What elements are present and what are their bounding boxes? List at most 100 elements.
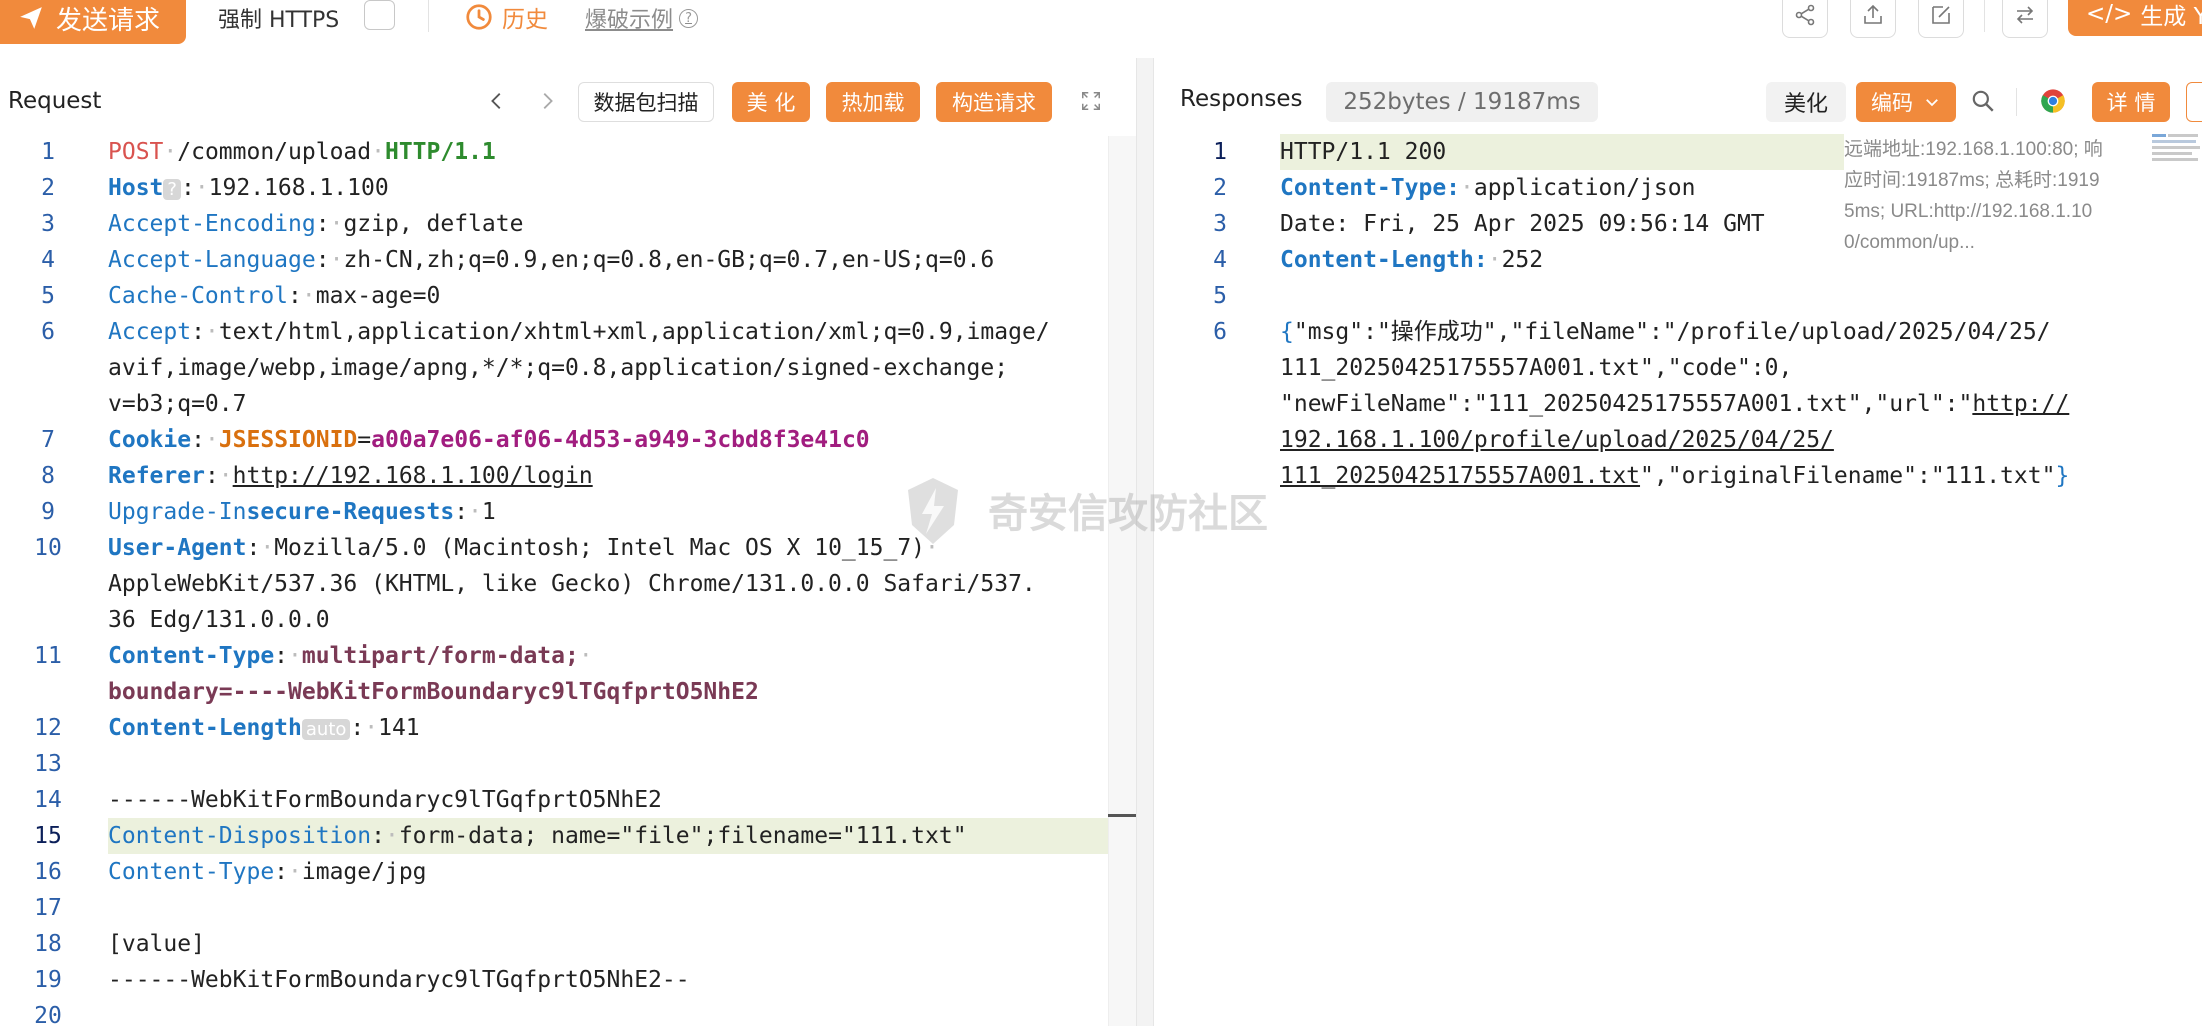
url-link[interactable]: 111_20250425175557A001.txt bbox=[1280, 463, 1640, 489]
header-line: Content-Length:·252 bbox=[1280, 247, 1544, 273]
header-key: Accept-Language bbox=[108, 247, 316, 273]
edit-button[interactable] bbox=[1918, 0, 1964, 38]
hot-load-button[interactable]: 热加载 bbox=[826, 82, 920, 122]
toolbar-divider bbox=[428, 0, 429, 32]
header-line: Cache-Control:·max-age=0 bbox=[108, 283, 441, 309]
header-value: image/jpg bbox=[301, 859, 427, 885]
header-text: Date: Fri, 25 Apr 2025 09:56:14 GMT bbox=[1280, 211, 1765, 237]
header-line-wrap: AppleWebKit/537.36 (KHTML, like Gecko) C… bbox=[108, 566, 1036, 602]
prev-button[interactable] bbox=[484, 86, 510, 116]
swap-button[interactable] bbox=[2002, 0, 2048, 38]
header-line: Referer:·http://192.168.1.100/login bbox=[108, 463, 593, 489]
json-text: 111_20250425175557A001.txt","code":0, bbox=[1280, 355, 1793, 381]
toolbar-divider bbox=[1984, 0, 1985, 32]
json-text: "msg":"操作成功","fileName":"/profile/upload… bbox=[1293, 319, 2051, 345]
line-number: 19 bbox=[34, 967, 62, 993]
url-link[interactable]: http:// bbox=[1972, 391, 2069, 417]
edit-icon bbox=[1932, 6, 1950, 24]
header-value: v=b3;q=0.7 bbox=[108, 391, 247, 417]
header-key: Upgrade-In bbox=[108, 499, 247, 525]
scrollbar-thumb[interactable] bbox=[1108, 814, 1136, 817]
minimap[interactable] bbox=[2150, 134, 2202, 176]
auto-length-badge[interactable]: auto bbox=[301, 719, 351, 740]
search-button[interactable] bbox=[1966, 86, 2000, 116]
response-beautify-button[interactable]: 美化 bbox=[1766, 82, 1846, 122]
header-line-wrap: v=b3;q=0.7 bbox=[108, 386, 246, 422]
request-scrollbar[interactable] bbox=[1108, 136, 1136, 1026]
header-value: zh-CN,zh;q=0.9,en;q=0.8,en-GB;q=0.7,en-U… bbox=[343, 247, 995, 273]
line-number: 17 bbox=[34, 895, 62, 921]
meta-line: 应时间:19187ms; 总耗时:1919 bbox=[1844, 170, 2100, 191]
history-button[interactable]: 历史 bbox=[464, 0, 548, 34]
header-line: Host?:·192.168.1.100 bbox=[108, 175, 389, 201]
header-divider bbox=[2016, 88, 2017, 116]
force-https-checkbox[interactable] bbox=[364, 0, 395, 30]
request-title: Request bbox=[8, 88, 102, 114]
share-icon bbox=[1795, 4, 1815, 26]
host-badge[interactable]: ? bbox=[163, 179, 181, 200]
burst-example-link[interactable]: 爆破示例 ? bbox=[585, 2, 699, 34]
construct-request-button[interactable]: 构造请求 bbox=[936, 82, 1052, 122]
open-in-browser-button[interactable] bbox=[2036, 86, 2070, 116]
line-number: 12 bbox=[34, 715, 62, 741]
details-button[interactable]: 详 情 bbox=[2092, 82, 2170, 122]
response-title: Responses bbox=[1180, 86, 1303, 112]
header-line: Content-Length auto:·141 bbox=[108, 715, 420, 741]
header-line: Accept-Language:·zh-CN,zh;q=0.9,en;q=0.8… bbox=[108, 247, 995, 273]
response-size-info: 252bytes / 19187ms bbox=[1326, 82, 1598, 122]
line-number: 10 bbox=[34, 535, 62, 561]
body-value: [value] bbox=[108, 931, 205, 957]
send-request-button[interactable]: 发送请求 bbox=[0, 0, 186, 44]
header-value: multipart/form-data; bbox=[301, 643, 579, 669]
next-button[interactable] bbox=[534, 86, 560, 116]
header-value: gzip, deflate bbox=[343, 211, 524, 237]
line-number: 2 bbox=[41, 175, 55, 201]
header-value: AppleWebKit/537.36 (KHTML, like Gecko) C… bbox=[108, 571, 1036, 597]
header-key: Content-Type: bbox=[1280, 175, 1461, 201]
generate-button[interactable]: </> 生成 Ya bbox=[2068, 0, 2202, 36]
generate-label: 生成 Ya bbox=[2140, 4, 2202, 30]
line-number: 15 bbox=[34, 823, 62, 849]
panel-splitter[interactable] bbox=[1136, 58, 1154, 1026]
header-line-wrap: boundary=----WebKitFormBoundaryc9lTGqfpr… bbox=[108, 674, 759, 710]
line-number: 18 bbox=[34, 931, 62, 957]
top-toolbar: 发送请求 强制 HTTPS 历史 爆破示例 ? </> 生成 Ya bbox=[0, 0, 2202, 58]
referer-link[interactable]: http://192.168.1.100/login bbox=[233, 463, 593, 489]
export-button[interactable] bbox=[1850, 0, 1896, 38]
history-label: 历史 bbox=[502, 7, 548, 33]
body-line: [value] bbox=[108, 926, 205, 962]
cookie-value: a00a7e06-af06-4d53-a949-3cbd8f3e41c0 bbox=[371, 427, 870, 453]
header-line-wrap: avif,image/webp,image/apng,*/*;q=0.8,app… bbox=[108, 350, 1008, 386]
share-button[interactable] bbox=[1782, 0, 1828, 38]
header-key: Cookie bbox=[108, 427, 192, 453]
header-key: Content-Type bbox=[108, 643, 275, 669]
header-value: Mozilla/5.0 (Macintosh; Intel Mac OS X 1… bbox=[274, 535, 926, 561]
http-method: POST bbox=[108, 139, 164, 165]
expand-button[interactable] bbox=[1078, 86, 1104, 116]
header-line: User-Agent:·Mozilla/5.0 (Macintosh; Inte… bbox=[108, 535, 939, 561]
header-value: text/html,application/xhtml+xml,applicat… bbox=[218, 319, 1050, 345]
line-number: 20 bbox=[34, 1003, 62, 1026]
encode-dropdown[interactable]: 编码 bbox=[1856, 82, 1956, 122]
more-button[interactable] bbox=[2186, 82, 2202, 122]
header-value: 192.168.1.100 bbox=[208, 175, 389, 201]
json-line-wrap: 111_20250425175557A001.txt","originalFil… bbox=[1280, 463, 2070, 489]
line-number: 6 bbox=[41, 319, 55, 345]
header-value: boundary=----WebKitFormBoundaryc9lTGqfpr… bbox=[108, 679, 759, 705]
packet-scan-button[interactable]: 数据包扫描 bbox=[578, 82, 714, 122]
json-line-wrap: "newFileName":"111_20250425175557A001.tx… bbox=[1280, 386, 2069, 422]
url-link[interactable]: 192.168.1.100/profile/upload/2025/04/25/ bbox=[1280, 427, 1834, 453]
header-line: Content-Type:·application/json bbox=[1280, 175, 1696, 201]
line-number: 7 bbox=[41, 427, 55, 453]
line-number: 2 bbox=[1213, 175, 1227, 201]
chevron-right-icon bbox=[543, 93, 553, 109]
send-icon bbox=[20, 7, 42, 29]
status-line: HTTP/1.1 200 bbox=[1280, 134, 1446, 170]
status-text: HTTP/1.1 200 bbox=[1280, 139, 1447, 165]
request-beautify-button[interactable]: 美 化 bbox=[732, 82, 810, 122]
code-icon: </> bbox=[2086, 1, 2133, 27]
line-number: 4 bbox=[1213, 247, 1227, 273]
json-text: "newFileName":"111_20250425175557A001.tx… bbox=[1280, 391, 1973, 417]
header-line: Upgrade-Insecure-Requests:·1 bbox=[108, 499, 496, 525]
boundary: ------WebKitFormBoundaryc9lTGqfprtO5NhE2 bbox=[108, 787, 662, 813]
